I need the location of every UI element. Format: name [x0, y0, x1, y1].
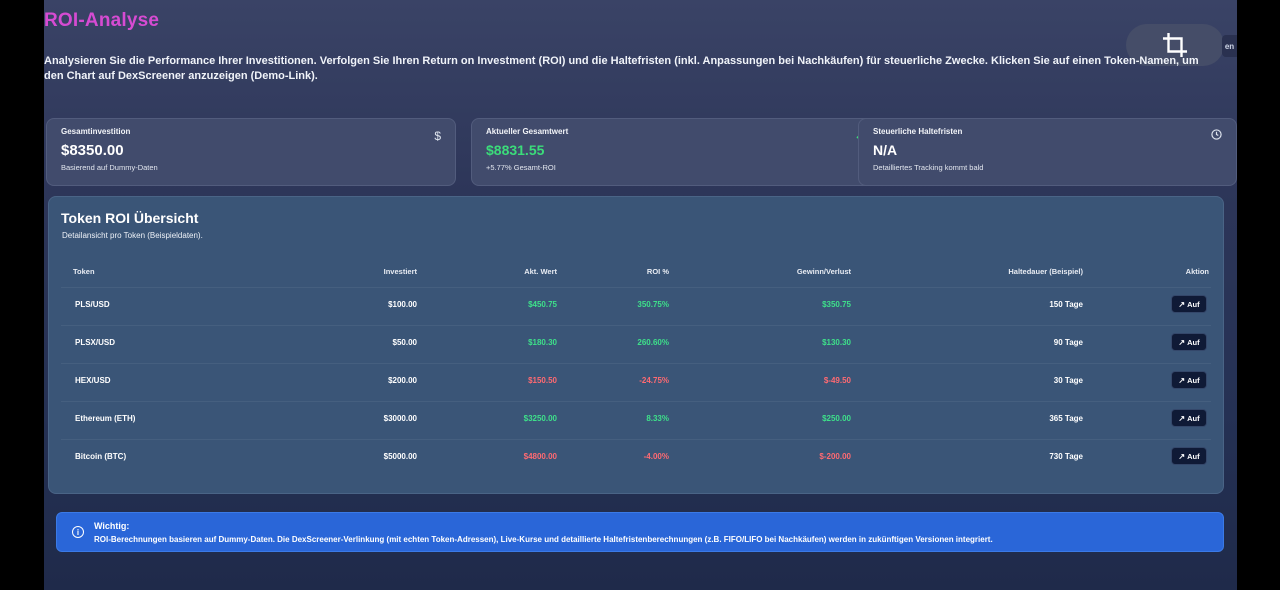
- column-header-invested: Investiert: [383, 267, 417, 276]
- token-roi-overview: Token ROI Übersicht Detailansicht pro To…: [48, 196, 1224, 494]
- open-button-label: Auf: [1187, 299, 1200, 309]
- profit-loss-value: $-200.00: [819, 452, 851, 461]
- roi-value: 8.33%: [646, 414, 669, 423]
- token-link[interactable]: PLSX/USD: [75, 338, 115, 347]
- table-row: PLS/USD $100.00 $450.75 350.75% $350.75 …: [61, 287, 1211, 325]
- external-link-icon: ↗: [1178, 375, 1186, 385]
- table-row: Ethereum (ETH) $3000.00 $3250.00 8.33% $…: [61, 401, 1211, 439]
- token-link[interactable]: Bitcoin (BTC): [75, 452, 126, 461]
- card-value: N/A: [873, 142, 898, 158]
- roi-value: -4.00%: [643, 452, 669, 461]
- holding-period: 730 Tage: [1049, 452, 1083, 461]
- open-button[interactable]: ↗ Auf: [1171, 447, 1207, 465]
- external-link-icon: ↗: [1178, 337, 1186, 347]
- current-value: $4800.00: [523, 452, 557, 461]
- table-row: PLSX/USD $50.00 $180.30 260.60% $130.30 …: [61, 325, 1211, 363]
- roi-value: 260.60%: [637, 338, 669, 347]
- column-header-profit-loss: Gewinn/Verlust: [796, 267, 851, 276]
- column-header-roi: ROI %: [646, 267, 669, 276]
- app-screen: ROI-Analyse en Analysieren Sie die Perfo…: [44, 0, 1237, 590]
- external-link-icon: ↗: [1178, 299, 1186, 309]
- card-title: Gesamtinvestition: [61, 127, 131, 136]
- info-icon: i: [72, 526, 84, 538]
- invested-value: $200.00: [388, 376, 417, 385]
- profit-loss-value: $350.75: [822, 300, 851, 309]
- card-subtitle: Basierend auf Dummy-Daten: [61, 163, 158, 172]
- info-notice: i Wichtig: ROI-Berechnungen basieren auf…: [56, 512, 1224, 552]
- notice-text: ROI-Berechnungen basieren auf Dummy-Date…: [94, 535, 993, 544]
- roi-value: -24.75%: [639, 376, 669, 385]
- holding-period: 30 Tage: [1053, 376, 1083, 385]
- current-value: $450.75: [528, 300, 557, 309]
- dollar-icon: $: [434, 129, 441, 143]
- card-current-value: Aktueller Gesamtwert $8831.55 +5.77% Ges…: [471, 118, 883, 186]
- holding-period: 90 Tage: [1053, 338, 1083, 347]
- open-button-label: Auf: [1187, 337, 1200, 347]
- open-button[interactable]: ↗ Auf: [1171, 371, 1207, 389]
- open-button[interactable]: ↗ Auf: [1171, 333, 1207, 351]
- card-value: $8350.00: [61, 142, 124, 159]
- card-total-investment: Gesamtinvestition $8350.00 Basierend auf…: [46, 118, 456, 186]
- profit-loss-value: $130.30: [822, 338, 851, 347]
- holding-period: 150 Tage: [1049, 300, 1083, 309]
- column-header-token: Token: [73, 267, 95, 276]
- page-title: ROI-Analyse: [44, 10, 160, 31]
- overview-title: Token ROI Übersicht: [61, 210, 199, 226]
- external-link-icon: ↗: [1178, 451, 1186, 461]
- open-button-label: Auf: [1187, 451, 1200, 461]
- column-header-current-value: Akt. Wert: [524, 267, 557, 276]
- overview-subtitle: Detailansicht pro Token (Beispieldaten).: [62, 231, 203, 240]
- card-subtitle: Detailliertes Tracking kommt bald: [873, 163, 984, 172]
- table-row: HEX/USD $200.00 $150.50 -24.75% $-49.50 …: [61, 363, 1211, 401]
- card-title: Aktueller Gesamtwert: [486, 127, 569, 136]
- column-header-holding-period: Haltedauer (Beispiel): [1008, 267, 1083, 276]
- profit-loss-value: $-49.50: [823, 376, 851, 385]
- invested-value: $5000.00: [383, 452, 417, 461]
- token-link[interactable]: PLS/USD: [75, 300, 110, 309]
- current-value: $150.50: [528, 376, 557, 385]
- table-row: Bitcoin (BTC) $5000.00 $4800.00 -4.00% $…: [61, 439, 1211, 477]
- roi-value: 350.75%: [637, 300, 669, 309]
- page-intro: Analysieren Sie die Performance Ihrer In…: [44, 55, 1199, 82]
- external-link-icon: ↗: [1178, 413, 1186, 423]
- card-value: $8831.55: [486, 142, 545, 158]
- invested-value: $100.00: [388, 300, 417, 309]
- token-link[interactable]: Ethereum (ETH): [75, 414, 135, 423]
- current-value: $3250.00: [523, 414, 557, 423]
- holding-period: 365 Tage: [1049, 414, 1083, 423]
- token-link[interactable]: HEX/USD: [75, 376, 111, 385]
- current-value: $180.30: [528, 338, 557, 347]
- invested-value: $3000.00: [383, 414, 417, 423]
- open-button[interactable]: ↗ Auf: [1171, 295, 1207, 313]
- card-tax-holding: Steuerliche Haltefristen N/A Detailliert…: [858, 118, 1237, 186]
- card-subtitle: +5.77% Gesamt-ROI: [486, 163, 556, 172]
- notice-title: Wichtig:: [94, 521, 130, 531]
- profit-loss-value: $250.00: [822, 414, 851, 423]
- card-title: Steuerliche Haltefristen: [873, 127, 963, 136]
- open-button-label: Auf: [1187, 413, 1200, 423]
- open-button[interactable]: ↗ Auf: [1171, 409, 1207, 427]
- column-header-action: Aktion: [1185, 267, 1209, 276]
- invested-value: $50.00: [392, 338, 417, 347]
- language-chip[interactable]: en: [1222, 35, 1237, 57]
- clock-icon: [1211, 129, 1222, 143]
- open-button-label: Auf: [1187, 375, 1200, 385]
